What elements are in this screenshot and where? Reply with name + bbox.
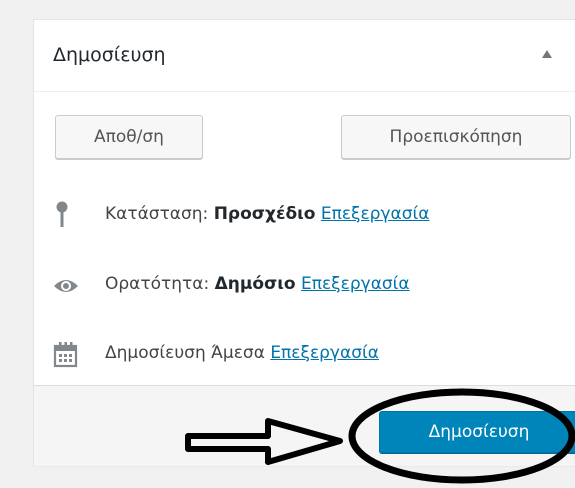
publish-box-header[interactable]: Δημοσίευση xyxy=(34,20,575,92)
status-text: Κατάσταση: Προσχέδιο Επεξεργασία xyxy=(105,204,429,224)
arrow-up-icon[interactable] xyxy=(542,50,552,58)
status-edit-link[interactable]: Επεξεργασία xyxy=(321,204,430,224)
visibility-edit-link[interactable]: Επεξεργασία xyxy=(301,274,410,294)
preview-button[interactable]: Προεπισκόπηση xyxy=(341,115,571,159)
save-draft-button[interactable]: Αποθ/ση xyxy=(55,115,203,159)
visibility-text: Ορατότητα: Δημόσιο Επεξεργασία xyxy=(105,274,410,294)
schedule-value: Άμεσα xyxy=(211,343,265,363)
publish-box: Δημοσίευση Αποθ/ση Προεπισκόπηση Κατάστα… xyxy=(33,19,575,466)
status-label: Κατάσταση: xyxy=(105,204,209,224)
visibility-value: Δημόσιο xyxy=(214,274,296,294)
pin-icon xyxy=(53,200,79,230)
schedule-text: Δημοσίευση Άμεσα Επεξεργασία xyxy=(105,343,379,363)
major-publishing-actions: Δημοσίευση xyxy=(34,385,575,466)
schedule-label: Δημοσίευση xyxy=(105,343,206,363)
visibility-label: Ορατότητα: xyxy=(105,274,210,294)
publish-button[interactable]: Δημοσίευση xyxy=(379,411,575,453)
status-value: Προσχέδιο xyxy=(213,204,316,224)
eye-icon xyxy=(53,270,79,300)
publish-box-title: Δημοσίευση xyxy=(53,44,166,66)
schedule-edit-link[interactable]: Επεξεργασία xyxy=(270,343,379,363)
calendar-icon xyxy=(53,339,79,369)
